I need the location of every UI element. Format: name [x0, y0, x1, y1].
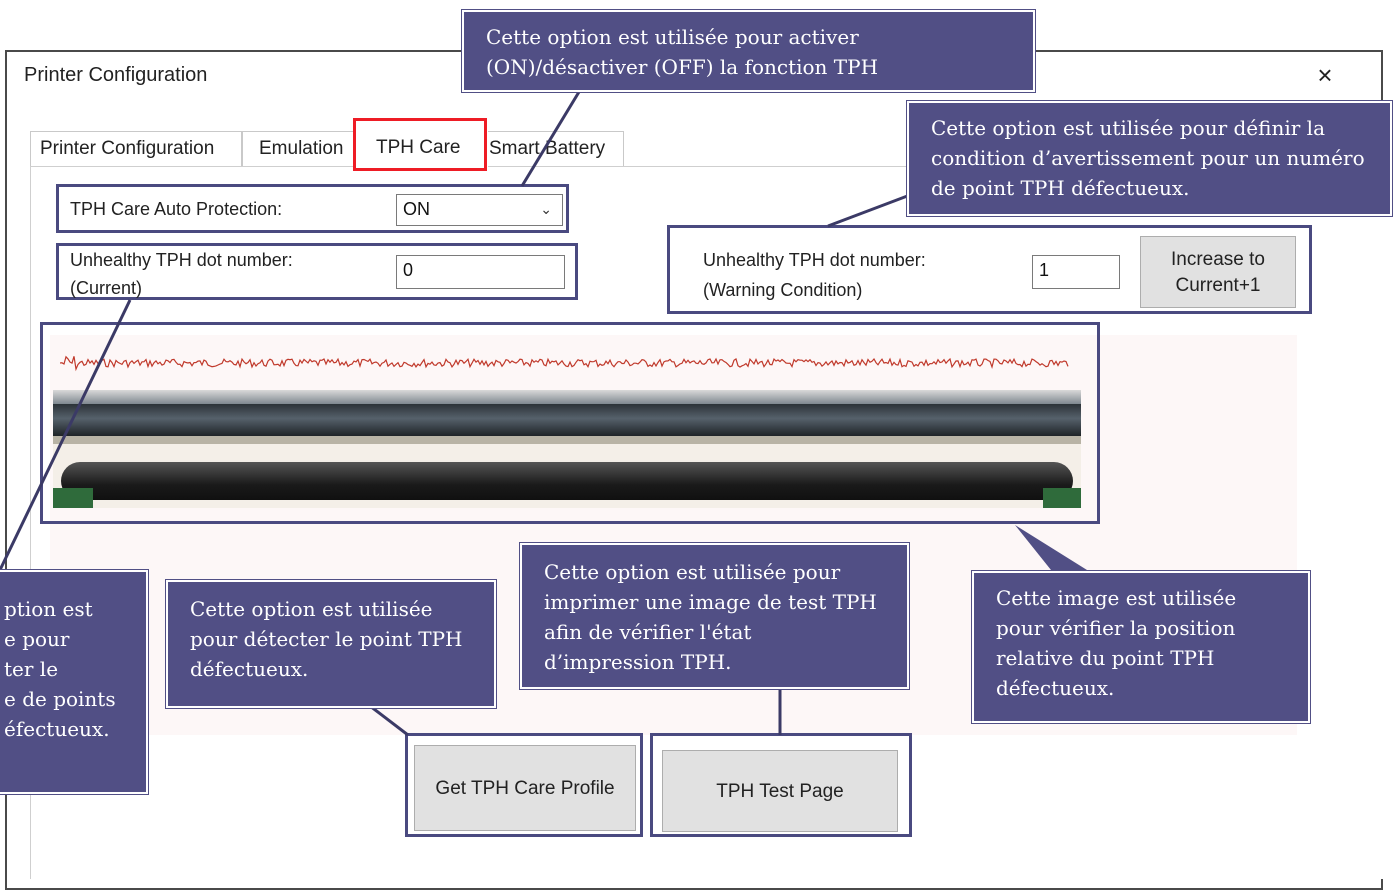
callout-current-count: ption est e pour ter le e de points éfec… [0, 569, 149, 795]
callout-test-image: Cette option est utilisée pour imprimer … [519, 542, 910, 690]
callout-warning-condition: Cette option est utilisée pour définir l… [906, 100, 1393, 217]
callout-position-image: Cette image est utilisée pour vérifier l… [971, 570, 1311, 724]
callout-detect-dot: Cette option est utilisée pour détecter … [165, 579, 497, 709]
callout-auto-protection: Cette option est utilisée pour activer (… [461, 9, 1036, 93]
